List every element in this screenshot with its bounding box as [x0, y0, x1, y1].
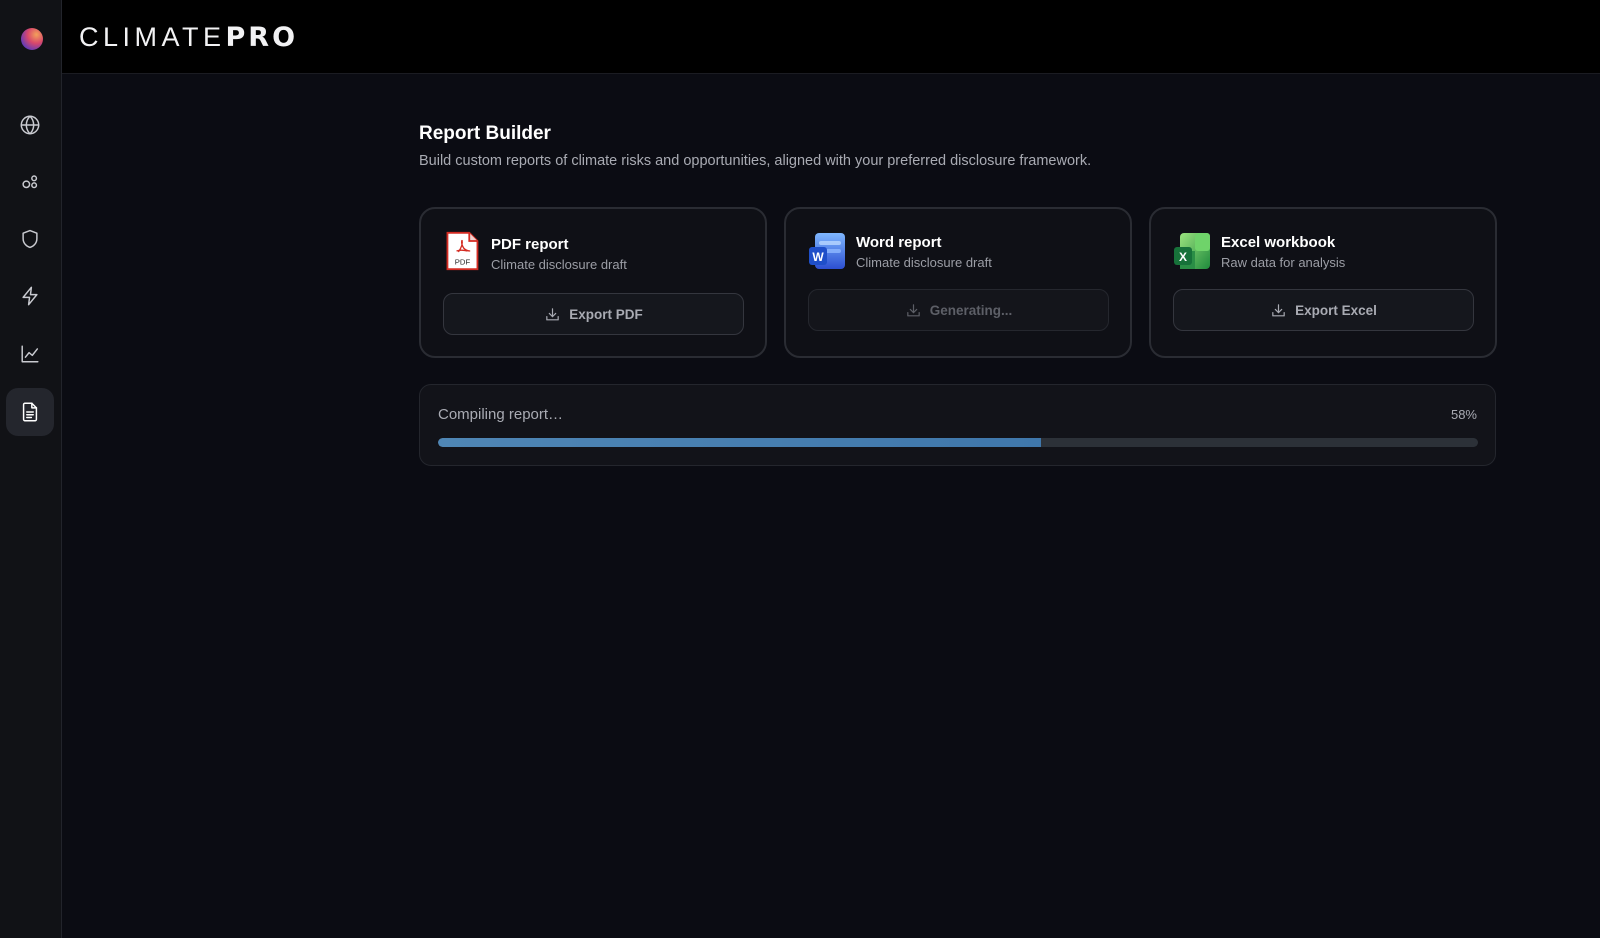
progress-panel: Compiling report… 58%: [419, 384, 1496, 466]
globe-icon: [20, 115, 40, 135]
pdf-file-icon: PDF: [446, 231, 479, 271]
word-file-icon: W: [809, 233, 845, 269]
line-chart-icon: [21, 345, 39, 363]
sidebar-item-shield[interactable]: [6, 215, 54, 263]
word-report-card: W Word report Climate disclosure draft G…: [784, 207, 1132, 358]
page-subtitle: Build custom reports of climate risks an…: [419, 153, 1092, 169]
button-label: Generating...: [929, 302, 1013, 318]
excel-workbook-card: X Excel workbook Raw data for analysis E…: [1149, 207, 1497, 358]
sidebar-item-analytics[interactable]: [6, 330, 54, 378]
page-title: Report Builder: [419, 123, 551, 144]
progress-bar-fill: [438, 438, 1042, 447]
svg-text:X: X: [1179, 250, 1187, 264]
generating-button[interactable]: Generating...: [808, 289, 1109, 331]
svg-text:W: W: [812, 250, 824, 264]
progress-label: Compiling report…: [438, 406, 564, 423]
top-bar: CLIMATEPRO: [62, 0, 1600, 74]
relationships-icon: [22, 175, 38, 189]
button-label: Export Excel: [1295, 302, 1377, 318]
sidebar-item-globe[interactable]: [6, 101, 54, 149]
card-title: Excel workbook: [1221, 234, 1336, 251]
brand-logo[interactable]: CLIMATEPRO: [79, 22, 298, 53]
brand-logo-light: CLIMATE: [79, 22, 226, 52]
shield-icon: [22, 229, 38, 249]
card-title: PDF report: [491, 236, 569, 253]
download-icon: [546, 307, 560, 320]
card-title: Word report: [856, 234, 942, 251]
card-subtitle: Climate disclosure draft: [856, 255, 992, 270]
progress-bar: [438, 438, 1478, 447]
download-icon: [906, 303, 920, 316]
logo-orb-icon: [21, 28, 43, 50]
svg-text:PDF: PDF: [455, 258, 471, 267]
lightning-icon: [22, 286, 38, 306]
document-icon: [22, 402, 38, 422]
excel-file-icon: X: [1174, 233, 1210, 269]
export-excel-button[interactable]: Export Excel: [1173, 289, 1474, 331]
sidebar: [0, 0, 62, 938]
card-subtitle: Climate disclosure draft: [491, 257, 627, 272]
sidebar-item-relationships[interactable]: [6, 158, 54, 206]
pdf-report-card: PDF PDF report Climate disclosure draft …: [419, 207, 767, 358]
progress-percent: 58%: [1450, 407, 1477, 422]
sidebar-item-reports[interactable]: [6, 388, 54, 436]
brand-logo-bold: PRO: [225, 22, 299, 53]
download-icon: [1272, 303, 1285, 316]
button-label: Export PDF: [569, 306, 643, 322]
card-subtitle: Raw data for analysis: [1221, 255, 1346, 270]
sidebar-item-energy[interactable]: [6, 272, 54, 320]
export-pdf-button[interactable]: Export PDF: [443, 293, 744, 335]
